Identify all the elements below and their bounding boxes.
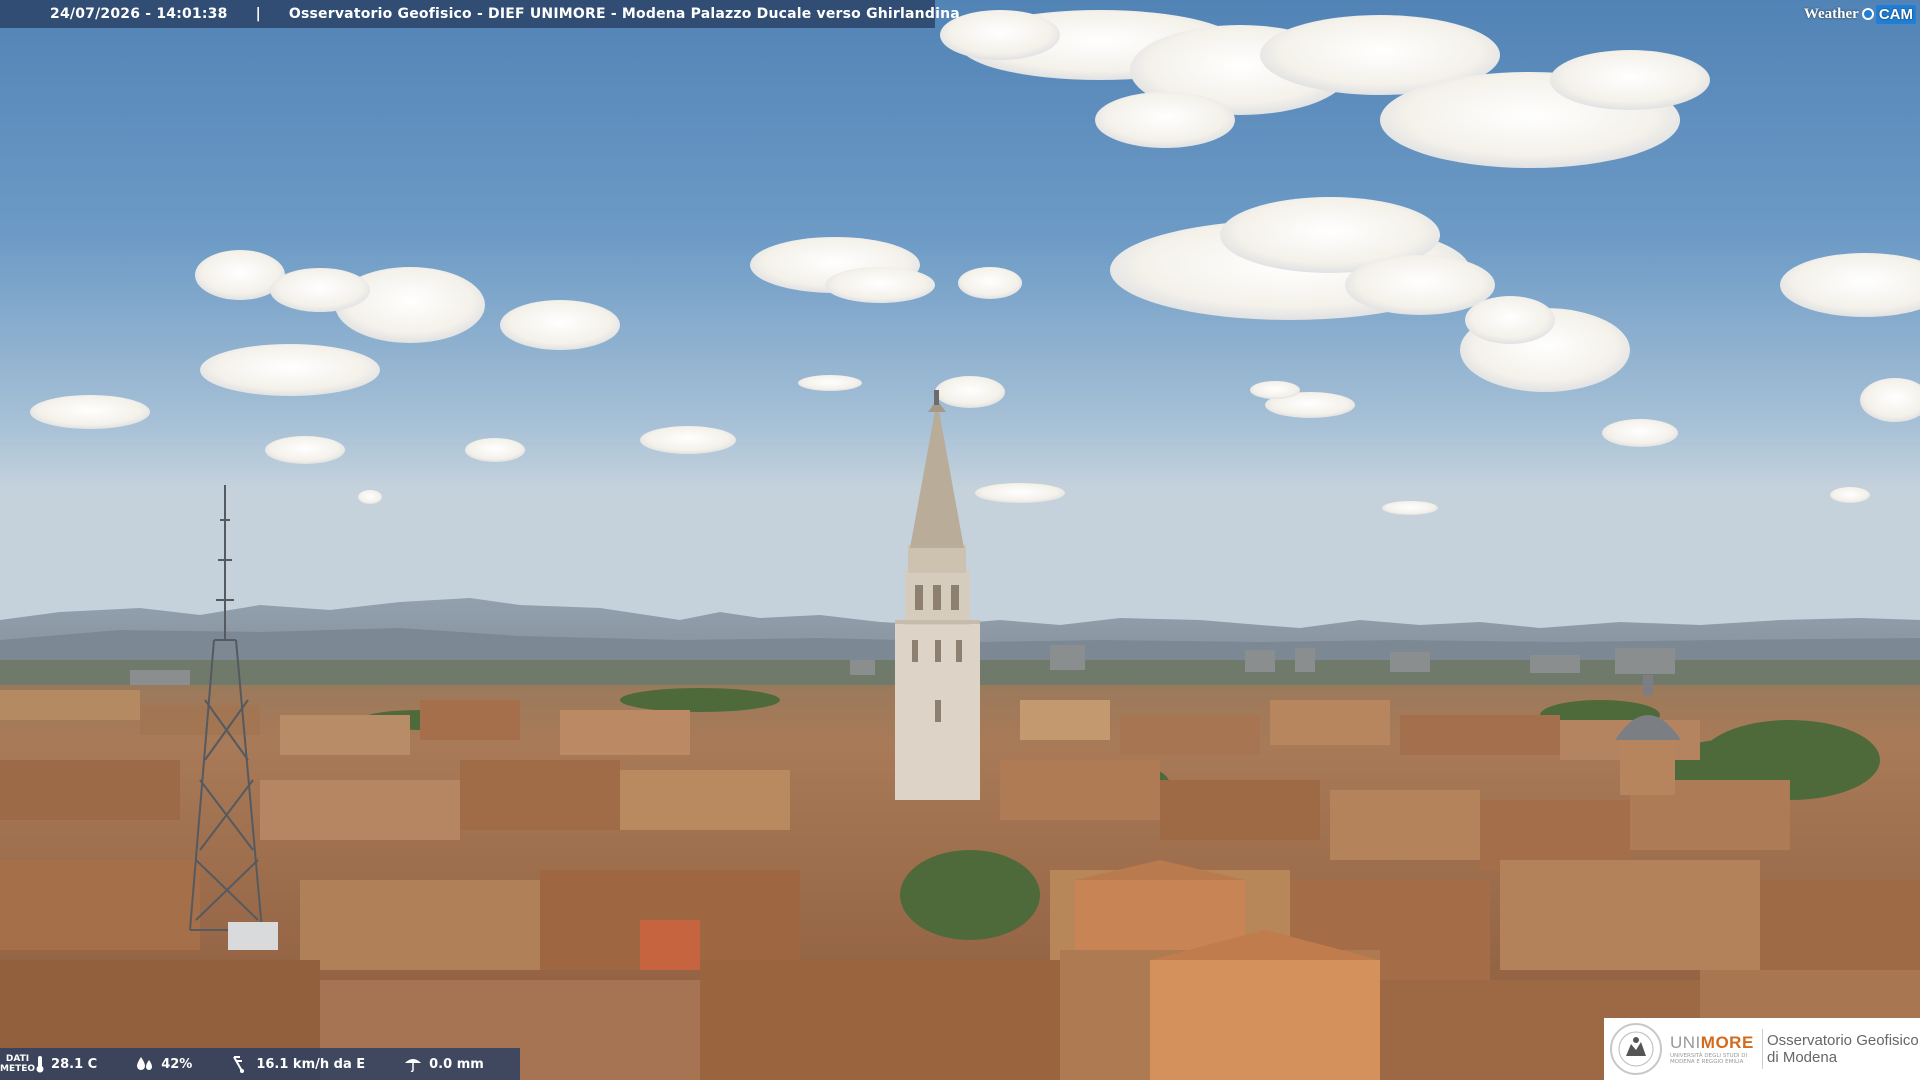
humidity-readout: 42% [135,1055,192,1073]
temperature-value: 28.1 C [51,1056,98,1072]
weather-label: DATI METEO [0,1054,36,1074]
thermometer-icon [36,1056,44,1073]
caption-bar: 24/07/2026 - 14:01:38 | Osservatorio Geofi… [0,0,960,28]
rain-icon [405,1059,422,1073]
wind-icon [233,1056,245,1073]
unimore-subtitle: UNIVERSITÀ DEGLI STUDI DI MODENA E REGGI… [1670,1053,1748,1065]
weather-bar: DATI METEO 28.1 C 42% 16.1 km/h da E 0.0… [0,1048,520,1080]
rain-readout: 0.0 mm [403,1055,484,1073]
observatory-line1: Osservatorio Geofisico [1767,1032,1919,1049]
brand-cam-text: CAM [1875,4,1916,24]
unimore-wordmark: UNIMORE UNIVERSITÀ DEGLI STUDI DI MODENA… [1670,1033,1760,1065]
temperature-readout: 28.1 C [35,1055,97,1073]
brand-dot-icon [1861,8,1874,20]
rain-value: 0.0 mm [429,1056,484,1072]
observatory-line2: di Modena [1767,1049,1838,1066]
webcam-frame: 24/07/2026 - 14:01:38 | Osservatorio Geofi… [0,0,1920,1080]
humidity-value: 42% [161,1056,193,1072]
webcam-image [0,0,1920,1080]
logo-divider [1762,1029,1763,1069]
camera-title: Osservatorio Geofisico - DIEF UNIMORE - … [288,6,960,22]
humidity-icon [137,1057,153,1070]
unimore-prefix: UNI [1670,1033,1701,1052]
wind-value: 16.1 km/h da E [256,1056,366,1072]
wind-readout: 16.1 km/h da E [230,1055,365,1073]
unimore-suffix: MORE [1700,1033,1754,1052]
weathercam-logo: Weather CAM [1804,2,1916,26]
observatory-logo: UNIMORE UNIVERSITÀ DEGLI STUDI DI MODENA… [1604,1018,1920,1080]
timestamp: 24/07/2026 - 14:01:38 [50,6,228,22]
observatory-name: Osservatorio Geofisico di Modena [1767,1032,1919,1066]
caption-separator: | [255,6,261,22]
university-seal-icon [1610,1023,1662,1075]
brand-weather-text: Weather [1803,5,1859,22]
